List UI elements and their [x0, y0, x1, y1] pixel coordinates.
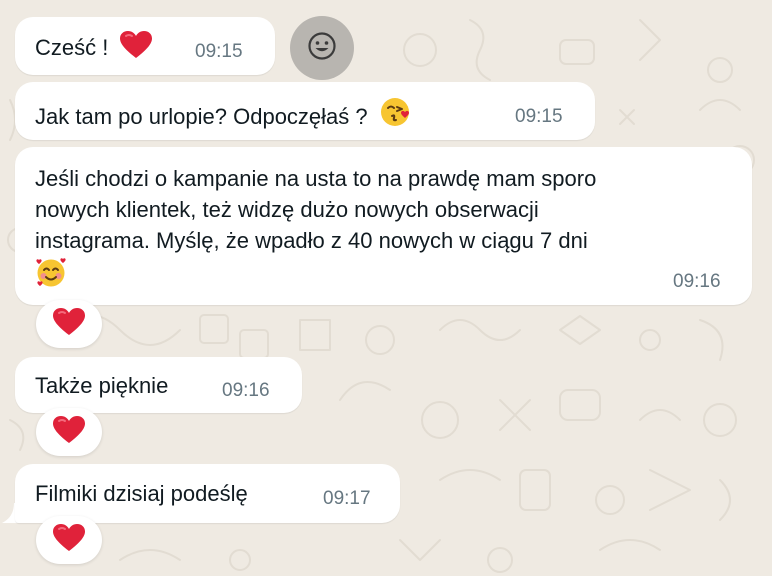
message-timestamp: 09:17: [323, 488, 371, 509]
message-bubble[interactable]: Filmiki dzisiaj podeślę 09:17: [15, 464, 400, 523]
message-text-line: nowych klientek, też widzę dużo nowych o…: [35, 197, 539, 222]
emoji-picker-button[interactable]: [290, 16, 354, 80]
message-bubble[interactable]: Także pięknie 09:16: [15, 357, 302, 413]
message-reaction[interactable]: [36, 408, 102, 456]
red-heart-icon: [120, 31, 153, 67]
message-text: Także pięknie: [35, 373, 169, 398]
message-text-line: instagrama. Myślę, że wpadło z 40 nowych…: [35, 228, 588, 253]
message-text: Cześć !: [35, 35, 109, 60]
red-heart-icon: [53, 307, 85, 341]
message-timestamp: 09:15: [195, 41, 243, 62]
red-heart-icon: [53, 415, 85, 449]
message-text-line: Jeśli chodzi o kampanie na usta to na pr…: [35, 166, 597, 191]
message-reaction[interactable]: [36, 516, 102, 564]
message-timestamp: 09:16: [673, 271, 721, 292]
message-reaction[interactable]: [36, 300, 102, 348]
message-timestamp: 09:16: [222, 380, 270, 401]
message-text: Filmiki dzisiaj podeślę: [35, 481, 248, 506]
message-text: Jak tam po urlopie? Odpoczęłaś ?: [35, 104, 368, 129]
message-bubble[interactable]: Jak tam po urlopie? Odpoczęłaś ? 09:15: [15, 82, 595, 140]
red-heart-icon: [53, 523, 85, 557]
face-blowing-kiss-icon: [380, 96, 412, 136]
message-bubble[interactable]: Jeśli chodzi o kampanie na usta to na pr…: [15, 147, 752, 305]
smiley-icon: [307, 31, 337, 66]
smiling-face-with-hearts-icon: [35, 256, 732, 289]
message-timestamp: 09:15: [515, 106, 563, 127]
message-bubble[interactable]: Cześć ! 09:15: [15, 17, 275, 75]
